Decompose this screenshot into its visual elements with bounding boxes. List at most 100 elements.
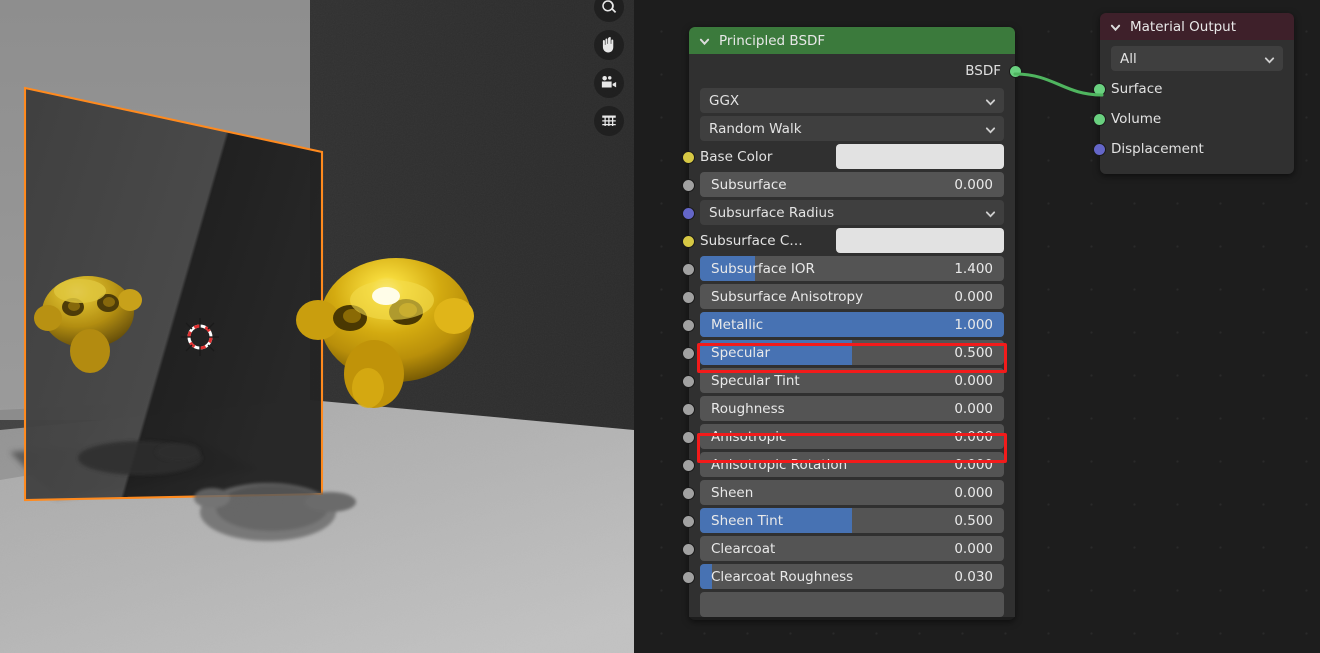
label-subsurface-anisotropy: Subsurface Anisotropy	[711, 288, 864, 305]
socket-displacement[interactable]	[1093, 143, 1106, 156]
value-subsurface: 0.000	[954, 176, 993, 193]
socket-specular[interactable]	[682, 347, 695, 360]
slider-subsurface-anisotropy[interactable]: Subsurface Anisotropy 0.000	[700, 284, 1004, 309]
output-label-bsdf: BSDF	[965, 63, 1001, 79]
socket-anisotropic[interactable]	[682, 431, 695, 444]
row-subsurface-color: Subsurface C…	[682, 228, 1015, 253]
row-sheen: Sheen 0.000	[682, 480, 1015, 505]
value-roughness: 0.000	[954, 400, 993, 417]
dropdown-subsurface-method[interactable]: Random Walk	[700, 116, 1004, 141]
row-anisotropic: Anisotropic 0.000	[682, 424, 1015, 449]
socket-sheen-tint[interactable]	[682, 515, 695, 528]
shader-node-editor[interactable]: Principled BSDF BSDF GGX Random Walk Bas…	[634, 0, 1320, 653]
slider-subsurface-ior[interactable]: Subsurface IOR 1.400	[700, 256, 1004, 281]
row-subsurface-ior: Subsurface IOR 1.400	[682, 256, 1015, 281]
slider-next-partial[interactable]	[700, 592, 1004, 617]
node-header-material-output[interactable]: Material Output	[1100, 13, 1294, 40]
socket-clearcoat[interactable]	[682, 543, 695, 556]
camera-icon[interactable]	[594, 68, 624, 98]
zoom-icon[interactable]	[594, 0, 624, 22]
row-roughness: Roughness 0.000	[682, 396, 1015, 421]
row-subsurface-radius: Subsurface Radius	[682, 200, 1015, 225]
hand-icon[interactable]	[594, 30, 624, 60]
input-socket-row-displacement[interactable]: Displacement	[1093, 134, 1294, 164]
row-subsurface-method: Random Walk	[689, 116, 1015, 141]
node-principled-bsdf[interactable]: Principled BSDF BSDF GGX Random Walk Bas…	[682, 27, 1022, 620]
socket-roughness[interactable]	[682, 403, 695, 416]
socket-bsdf-output[interactable]	[1009, 64, 1022, 78]
value-subsurface-ior: 1.400	[954, 260, 993, 277]
chevron-down-icon	[985, 207, 996, 218]
socket-surface[interactable]	[1093, 83, 1106, 96]
label-specular-tint: Specular Tint	[711, 372, 800, 389]
slider-anisotropic[interactable]: Anisotropic 0.000	[700, 424, 1004, 449]
value-subsurface-anisotropy: 0.000	[954, 288, 993, 305]
row-subsurface: Subsurface 0.000	[682, 172, 1015, 197]
label-anisotropic: Anisotropic	[711, 428, 787, 445]
input-socket-row-volume[interactable]: Volume	[1093, 104, 1294, 134]
node-body-principled-bsdf: BSDF GGX Random Walk Base Color Subsurfa…	[682, 54, 1022, 617]
label-clearcoat: Clearcoat	[711, 540, 776, 557]
output-socket-row-bsdf[interactable]: BSDF	[689, 54, 1022, 88]
slider-sheen[interactable]: Sheen 0.000	[700, 480, 1004, 505]
node-material-output[interactable]: Material Output All Surface Volume Displ…	[1093, 13, 1294, 174]
row-specular-tint: Specular Tint 0.000	[682, 368, 1015, 393]
dropdown-target[interactable]: All	[1111, 46, 1283, 71]
slider-specular[interactable]: Specular 0.500	[700, 340, 1004, 365]
slider-clearcoat-roughness[interactable]: Clearcoat Roughness 0.030	[700, 564, 1004, 589]
grid-icon[interactable]	[594, 106, 624, 136]
socket-subsurface[interactable]	[682, 179, 695, 192]
label-subsurface-ior: Subsurface IOR	[711, 260, 815, 277]
socket-subsurface-color[interactable]	[682, 235, 695, 248]
socket-clearcoat-roughness[interactable]	[682, 571, 695, 584]
value-specular-tint: 0.000	[954, 372, 993, 389]
label-surface: Surface	[1111, 81, 1163, 97]
dropdown-distribution[interactable]: GGX	[700, 88, 1004, 113]
slider-subsurface[interactable]: Subsurface 0.000	[700, 172, 1004, 197]
color-swatch-subsurface-color[interactable]	[836, 228, 1004, 253]
label-specular: Specular	[711, 344, 770, 361]
slider-specular-tint[interactable]: Specular Tint 0.000	[700, 368, 1004, 393]
input-socket-row-surface[interactable]: Surface	[1093, 74, 1294, 104]
dropdown-label-subsurface-method: Random Walk	[709, 120, 802, 137]
3d-viewport[interactable]	[0, 0, 634, 653]
socket-metallic[interactable]	[682, 319, 695, 332]
label-subsurface-color: Subsurface C…	[700, 232, 803, 249]
socket-subsurface-ior[interactable]	[682, 263, 695, 276]
slider-anisotropic-rotation[interactable]: Anisotropic Rotation 0.000	[700, 452, 1004, 477]
dropdown-subsurface-radius[interactable]: Subsurface Radius	[700, 200, 1004, 225]
label-sheen-tint: Sheen Tint	[711, 512, 784, 529]
label-sheen: Sheen	[711, 484, 754, 501]
slider-clearcoat[interactable]: Clearcoat 0.000	[700, 536, 1004, 561]
socket-specular-tint[interactable]	[682, 375, 695, 388]
label-displacement: Displacement	[1111, 141, 1204, 157]
socket-subsurface-radius[interactable]	[682, 207, 695, 220]
node-title-material-output: Material Output	[1130, 18, 1237, 35]
socket-base-color[interactable]	[682, 151, 695, 164]
slider-metallic[interactable]: Metallic 1.000	[700, 312, 1004, 337]
row-specular: Specular 0.500	[682, 340, 1015, 365]
value-clearcoat: 0.000	[954, 540, 993, 557]
label-subsurface-radius: Subsurface Radius	[709, 204, 835, 221]
node-body-material-output: All Surface Volume Displacement	[1093, 40, 1294, 174]
dropdown-label-target: All	[1120, 50, 1137, 67]
viewport-render	[0, 0, 634, 653]
chevron-down-icon	[1264, 53, 1275, 64]
socket-anisotropic-rotation[interactable]	[682, 459, 695, 472]
viewport-tool-buttons[interactable]	[594, 0, 624, 136]
value-sheen-tint: 0.500	[954, 512, 993, 529]
socket-volume[interactable]	[1093, 113, 1106, 126]
slider-roughness[interactable]: Roughness 0.000	[700, 396, 1004, 421]
value-metallic: 1.000	[954, 316, 993, 333]
socket-sheen[interactable]	[682, 487, 695, 500]
socket-subsurface-anisotropy[interactable]	[682, 291, 695, 304]
chevron-down-icon[interactable]	[699, 35, 710, 46]
node-header-principled-bsdf[interactable]: Principled BSDF	[689, 27, 1015, 54]
label-anisotropic-rotation: Anisotropic Rotation	[711, 456, 848, 473]
row-anisotropic-rotation: Anisotropic Rotation 0.000	[682, 452, 1015, 477]
row-metallic: Metallic 1.000	[682, 312, 1015, 337]
value-clearcoat-roughness: 0.030	[954, 568, 993, 585]
color-swatch-base-color[interactable]	[836, 144, 1004, 169]
slider-sheen-tint[interactable]: Sheen Tint 0.500	[700, 508, 1004, 533]
chevron-down-icon[interactable]	[1110, 21, 1121, 32]
